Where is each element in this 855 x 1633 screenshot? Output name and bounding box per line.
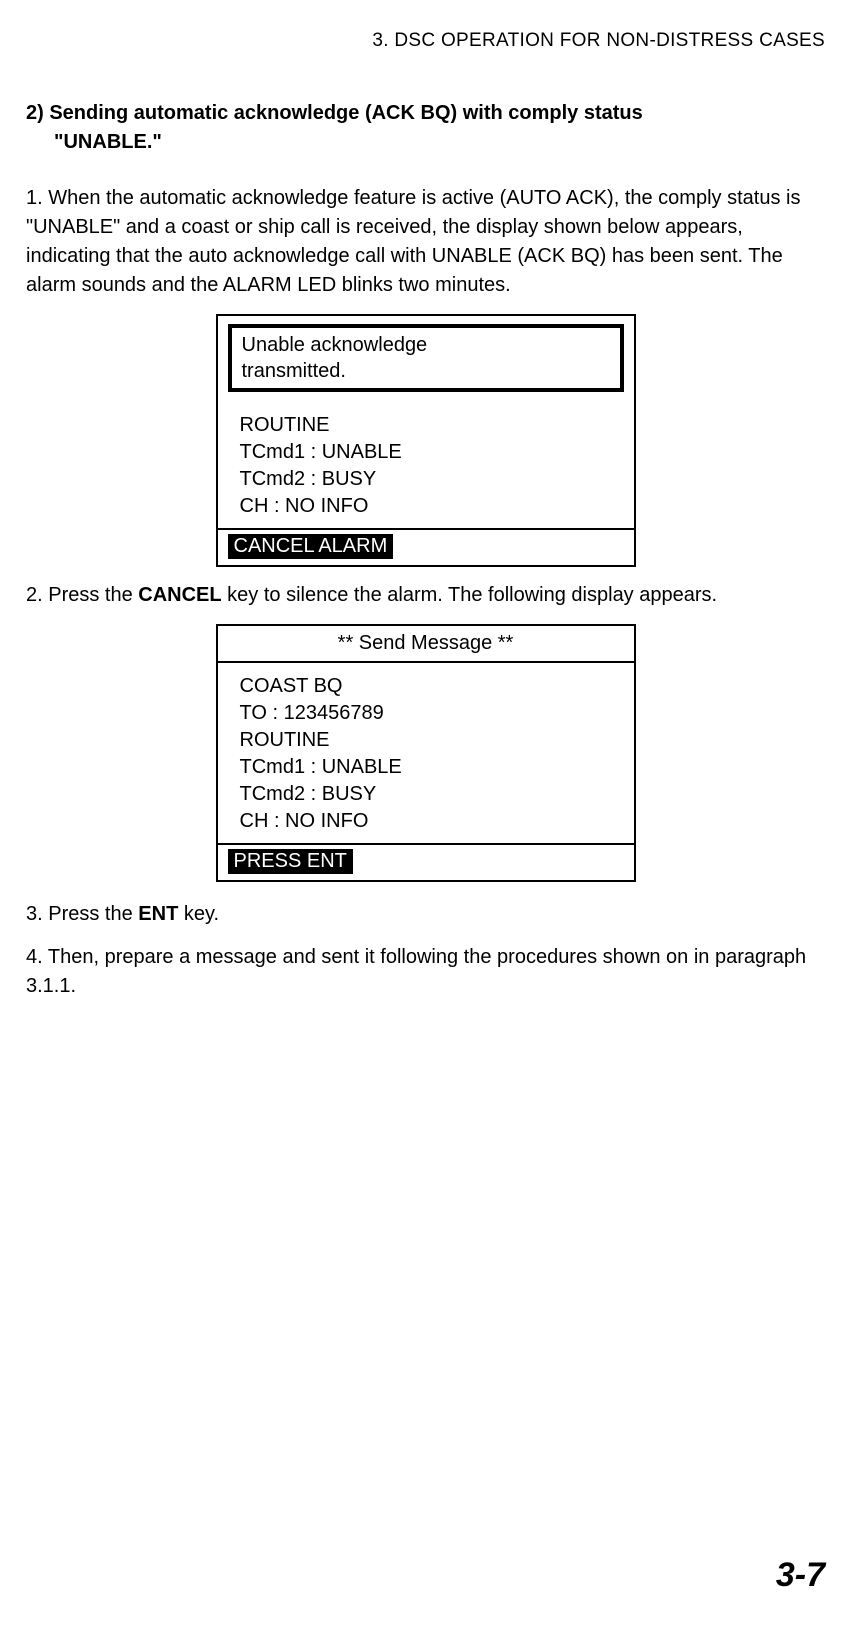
display-1-line4: CH : NO INFO (240, 493, 624, 520)
step-1-body: When the automatic acknowledge feature i… (26, 187, 800, 296)
step-2: 2. Press the CANCEL key to silence the a… (26, 581, 825, 610)
step-4: 4. Then, prepare a message and sent it f… (26, 943, 825, 1001)
page-number: 3-7 (776, 1556, 825, 1595)
display-1-line1: ROUTINE (240, 412, 624, 439)
display-1-alert-line1: Unable acknowledge (242, 332, 610, 358)
section-title-sub: "UNABLE." (26, 131, 825, 154)
section-title: 2) Sending automatic acknowledge (ACK BQ… (26, 102, 825, 125)
display-1: Unable acknowledge transmitted. ROUTINE … (216, 314, 636, 567)
section-heading: 2) Sending automatic acknowledge (ACK BQ… (26, 102, 825, 154)
ent-key: ENT (138, 903, 178, 925)
cancel-alarm-label: CANCEL ALARM (228, 534, 394, 559)
step-3-text: 3. Press the ENT key. (26, 900, 825, 929)
page-header: 3. DSC OPERATION FOR NON-DISTRESS CASES (26, 30, 825, 52)
display-1-line3: TCmd2 : BUSY (240, 466, 624, 493)
display-1-alert-line2: transmitted. (242, 358, 610, 384)
display-1-body: ROUTINE TCmd1 : UNABLE TCmd2 : BUSY CH :… (218, 402, 634, 528)
step-3-prefix: 3. Press the (26, 903, 138, 925)
display-1-alert: Unable acknowledge transmitted. (228, 324, 624, 392)
step-3: 3. Press the ENT key. (26, 900, 825, 929)
display-2: ** Send Message ** COAST BQ TO : 1234567… (216, 624, 636, 882)
display-2-footer: PRESS ENT (218, 843, 634, 880)
display-2-body: COAST BQ TO : 123456789 ROUTINE TCmd1 : … (218, 663, 634, 843)
display-2-line6: CH : NO INFO (240, 808, 624, 835)
step-1-prefix: 1. (26, 187, 48, 209)
display-2-header: ** Send Message ** (218, 626, 634, 663)
display-2-line3: ROUTINE (240, 727, 624, 754)
chapter-title: 3. DSC OPERATION FOR NON-DISTRESS CASES (372, 30, 825, 51)
display-1-line2: TCmd1 : UNABLE (240, 439, 624, 466)
display-2-line5: TCmd2 : BUSY (240, 781, 624, 808)
press-ent-label: PRESS ENT (228, 849, 353, 874)
step-2-prefix: 2. Press the (26, 584, 138, 606)
step-3-suffix: key. (178, 903, 219, 925)
display-1-footer: CANCEL ALARM (218, 528, 634, 565)
cancel-key: CANCEL (138, 584, 221, 606)
step-2-suffix: key to silence the alarm. The following … (222, 584, 717, 606)
display-2-line1: COAST BQ (240, 673, 624, 700)
step-1-text: 1. When the automatic acknowledge featur… (26, 184, 825, 300)
display-2-line2: TO : 123456789 (240, 700, 624, 727)
step-2-text: 2. Press the CANCEL key to silence the a… (26, 581, 825, 610)
step-4-text: 4. Then, prepare a message and sent it f… (26, 943, 825, 1001)
display-2-line4: TCmd1 : UNABLE (240, 754, 624, 781)
step-1: 1. When the automatic acknowledge featur… (26, 184, 825, 300)
